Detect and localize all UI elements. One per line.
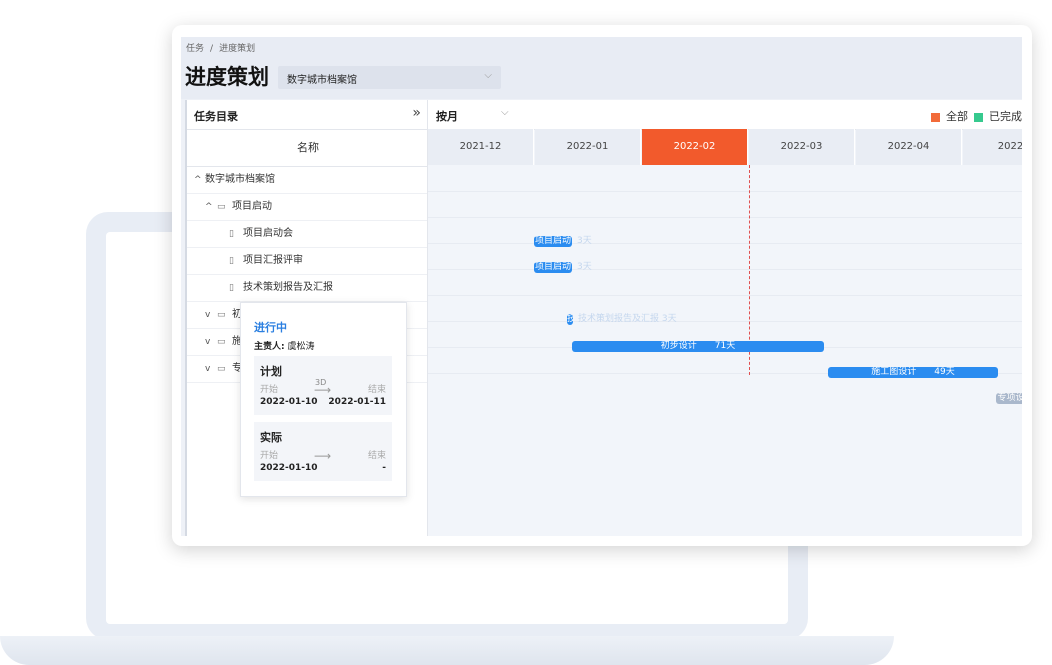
legend-item-all: 全部 xyxy=(931,108,968,124)
task-bar[interactable]: 初步设计 71天 xyxy=(572,341,824,352)
tree-row-label: 项目汇报评审 xyxy=(243,255,303,266)
folder-icon: ▭ xyxy=(217,202,226,212)
file-icon: ▯ xyxy=(229,256,234,266)
row-divider xyxy=(428,295,1022,296)
month-cell: 2022-01 xyxy=(535,129,641,165)
chevron-up-icon[interactable]: ^ xyxy=(205,194,213,220)
chevron-down-icon[interactable]: v xyxy=(205,329,210,355)
legend-swatch xyxy=(931,112,940,122)
tree-row[interactable]: ▯ 项目汇报评审 xyxy=(187,248,429,275)
breadcrumb: 任务 / 进度策划 xyxy=(186,41,261,54)
folder-icon: ▭ xyxy=(217,364,226,374)
plan-end-date: 2022-01-11 xyxy=(328,397,386,407)
row-divider xyxy=(428,321,1022,322)
actual-end-date: - xyxy=(382,463,386,473)
plan-start-label: 开始 xyxy=(260,385,279,395)
task-bar[interactable]: 项目启动 xyxy=(534,236,572,247)
owner-label: 主责人: xyxy=(254,342,285,352)
column-header-name: 名称 xyxy=(187,130,429,167)
folder-icon: ▭ xyxy=(217,337,226,347)
row-divider xyxy=(428,243,1022,244)
chevron-up-icon[interactable]: ^ xyxy=(194,167,202,193)
tree-row-label: 数字城市档案馆 xyxy=(205,174,275,185)
month-cell: 2022-0 xyxy=(963,129,1022,165)
row-divider xyxy=(428,269,1022,270)
project-select[interactable]: 数字城市档案馆 ⌵ xyxy=(278,66,501,89)
project-select-value: 数字城市档案馆 xyxy=(287,75,357,86)
task-bar[interactable]: 项目启动 xyxy=(534,262,572,273)
actual-box: 实际 开始 ⟶ 结束 2022-01-10 - xyxy=(254,422,392,481)
task-detail-popup: 进行中 主责人: 虞松涛 计划 开始 3D ⟶ 结束 2022-01-10 20… xyxy=(240,302,407,497)
owner-line: 主责人: 虞松涛 xyxy=(254,339,315,352)
legend-label: 全部 xyxy=(946,110,968,123)
plan-box: 计划 开始 3D ⟶ 结束 2022-01-10 2022-01-11 xyxy=(254,356,392,415)
plan-title: 计划 xyxy=(260,365,282,378)
plan-start-date: 2022-01-10 xyxy=(260,397,318,407)
arrow-right-icon: ⟶ xyxy=(314,383,332,397)
tree-row-label: 项目启动会 xyxy=(243,228,293,239)
tree-row[interactable]: ^ ▭ 项目启动 xyxy=(187,194,429,221)
tree-row[interactable]: ^ 数字城市档案馆 xyxy=(187,167,429,194)
tree-row[interactable]: ▯ 项目启动会 xyxy=(187,221,429,248)
breadcrumb-item-tasks[interactable]: 任务 xyxy=(186,44,204,54)
gantt-timeline: 按月 ⌵ 全部 已完成 2021-12 2022-01 2022-02 2022… xyxy=(427,100,1022,536)
actual-start-label: 开始 xyxy=(260,451,279,461)
actual-start-date: 2022-01-10 xyxy=(260,463,318,473)
folder-icon: ▭ xyxy=(217,310,226,320)
task-bar[interactable]: 施工图设计 49天 xyxy=(828,367,998,378)
chevron-down-icon[interactable]: ⌵ xyxy=(501,107,509,118)
double-chevron-right-icon[interactable]: » xyxy=(412,105,421,121)
breadcrumb-item-current: 进度策划 xyxy=(219,44,256,54)
task-bar-duration: 3天 xyxy=(577,262,592,272)
legend-label: 已完成 xyxy=(989,110,1022,123)
legend-item-done: 已完成 xyxy=(974,108,1022,124)
month-cell-current: 2022-02 xyxy=(642,129,748,165)
month-cell: 2021-12 xyxy=(428,129,534,165)
file-icon: ▯ xyxy=(229,229,234,239)
chevron-down-icon[interactable]: v xyxy=(205,302,210,328)
month-cell: 2022-04 xyxy=(856,129,962,165)
chevron-down-icon: ⌵ xyxy=(484,70,492,81)
task-directory-title: 任务目录 xyxy=(194,110,238,123)
timeline-toolbar: 按月 ⌵ 全部 已完成 xyxy=(428,100,1022,130)
task-bar[interactable]: 专项设 xyxy=(996,393,1022,404)
status-label: 进行中 xyxy=(254,321,287,334)
task-bar-duration: 3天 xyxy=(577,236,592,246)
arrow-right-icon: ⟶ xyxy=(314,449,332,463)
view-mode-select[interactable]: 按月 xyxy=(436,108,458,124)
task-directory-toolbar: 任务目录 » xyxy=(187,100,429,130)
actual-title: 实际 xyxy=(260,431,282,444)
plan-end-label: 结束 xyxy=(367,385,386,395)
owner-name: 虞松涛 xyxy=(287,342,315,352)
month-cell: 2022-03 xyxy=(749,129,855,165)
actual-end-label: 结束 xyxy=(367,451,386,461)
laptop-base xyxy=(0,636,894,665)
legend-swatch xyxy=(974,112,983,122)
row-divider xyxy=(428,191,1022,192)
file-icon: ▯ xyxy=(229,283,234,293)
tree-row-label: 项目启动 xyxy=(232,201,272,212)
page-header: 任务 / 进度策划 进度策划 数字城市档案馆 ⌵ xyxy=(181,37,1022,99)
task-bar[interactable]: 技 xyxy=(567,314,573,325)
row-divider xyxy=(428,217,1022,218)
page-title: 进度策划 xyxy=(185,65,269,89)
breadcrumb-separator: / xyxy=(210,44,214,54)
chevron-down-icon[interactable]: v xyxy=(205,356,210,382)
task-bar-duration: 技术策划报告及汇报 3天 xyxy=(578,314,677,324)
tree-row[interactable]: ▯ 技术策划报告及汇报 xyxy=(187,275,429,302)
month-header: 2021-12 2022-01 2022-02 2022-03 2022-04 … xyxy=(428,129,1022,165)
tree-row-label: 技术策划报告及汇报 xyxy=(243,282,333,293)
